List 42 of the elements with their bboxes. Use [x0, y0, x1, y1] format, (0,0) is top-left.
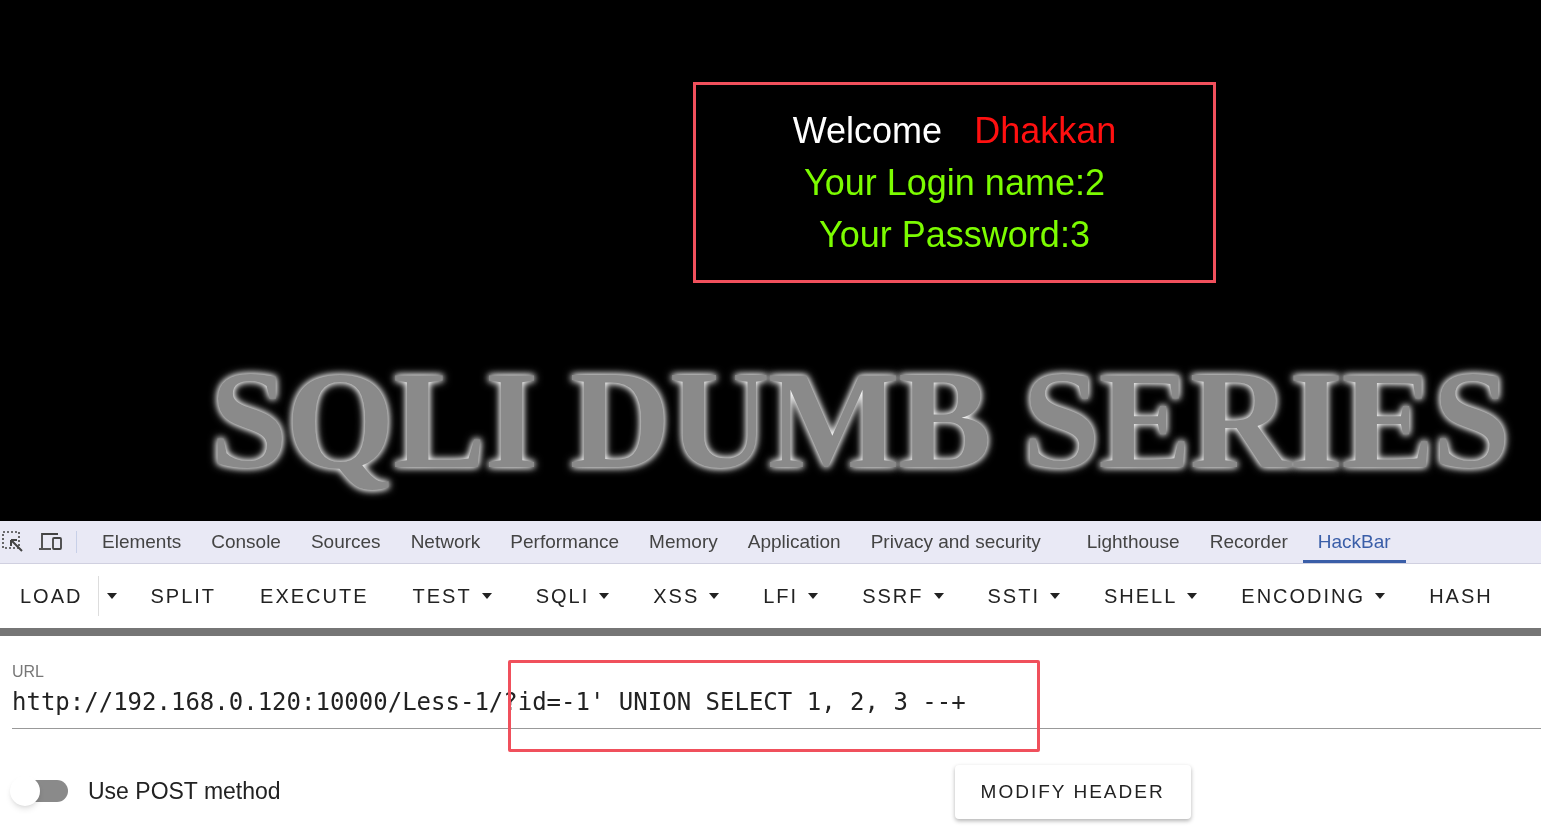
caret-icon [1187, 593, 1198, 599]
toolbar-button[interactable]: LOAD [4, 576, 99, 616]
toolbar-button[interactable]: HASH [1408, 576, 1514, 616]
password-text: Your Password:3 [819, 212, 1090, 257]
url-label: URL [12, 662, 45, 682]
caret-icon [808, 593, 819, 599]
welcome-text: Welcome [792, 108, 943, 153]
toolbar-button[interactable]: SSRF [841, 576, 965, 616]
devtools-tab[interactable]: Sources [295, 521, 396, 563]
logo-text: SQLI DUMB SERIES [210, 345, 1509, 495]
devtools-tab[interactable]: Network [395, 521, 496, 563]
devtools-tab[interactable]: Elements [87, 521, 197, 563]
inspect-icon[interactable] [2, 531, 24, 553]
modify-header-button[interactable]: MODIFY HEADER [954, 765, 1191, 819]
devtools-tab[interactable]: Console [196, 521, 296, 563]
caret-icon [933, 593, 944, 599]
post-method-label: Use POST method [88, 776, 281, 806]
toolbar-button[interactable]: SSTI [966, 576, 1081, 616]
devtools-tab[interactable]: Privacy and security [855, 521, 1056, 563]
toolbar-button[interactable]: LFI [742, 576, 840, 616]
toolbar-button[interactable]: ENCODING [1220, 576, 1407, 616]
device-toolbar-icon[interactable] [38, 532, 64, 552]
devtools-tab[interactable]: Memory [634, 521, 733, 563]
devtools-tab[interactable]: HackBar [1302, 521, 1406, 563]
toolbar-button[interactable]: SHELL [1082, 576, 1219, 616]
caret-icon [481, 593, 492, 599]
caret-icon [599, 593, 610, 599]
toolbar-button[interactable]: XSS [632, 576, 741, 616]
devtools-tab[interactable]: Application [732, 521, 856, 563]
toolbar-button[interactable]: TEST [391, 576, 513, 616]
caret-icon [1049, 593, 1060, 599]
toolbar-button[interactable]: SPLIT [129, 576, 238, 616]
caret-icon [709, 593, 720, 599]
toolbar-button[interactable]: SQLI [514, 576, 631, 616]
devtools-tab[interactable]: Lighthouse [1071, 521, 1195, 563]
login-name-text: Your Login name:2 [804, 160, 1105, 205]
caret-icon [107, 593, 118, 599]
toolbar-button[interactable]: EXECUTE [239, 576, 390, 616]
caret-icon [1375, 593, 1386, 599]
user-name: Dhakkan [974, 108, 1117, 153]
devtools-tab[interactable]: Performance [495, 521, 635, 563]
devtools-tab[interactable]: Recorder [1194, 521, 1303, 563]
